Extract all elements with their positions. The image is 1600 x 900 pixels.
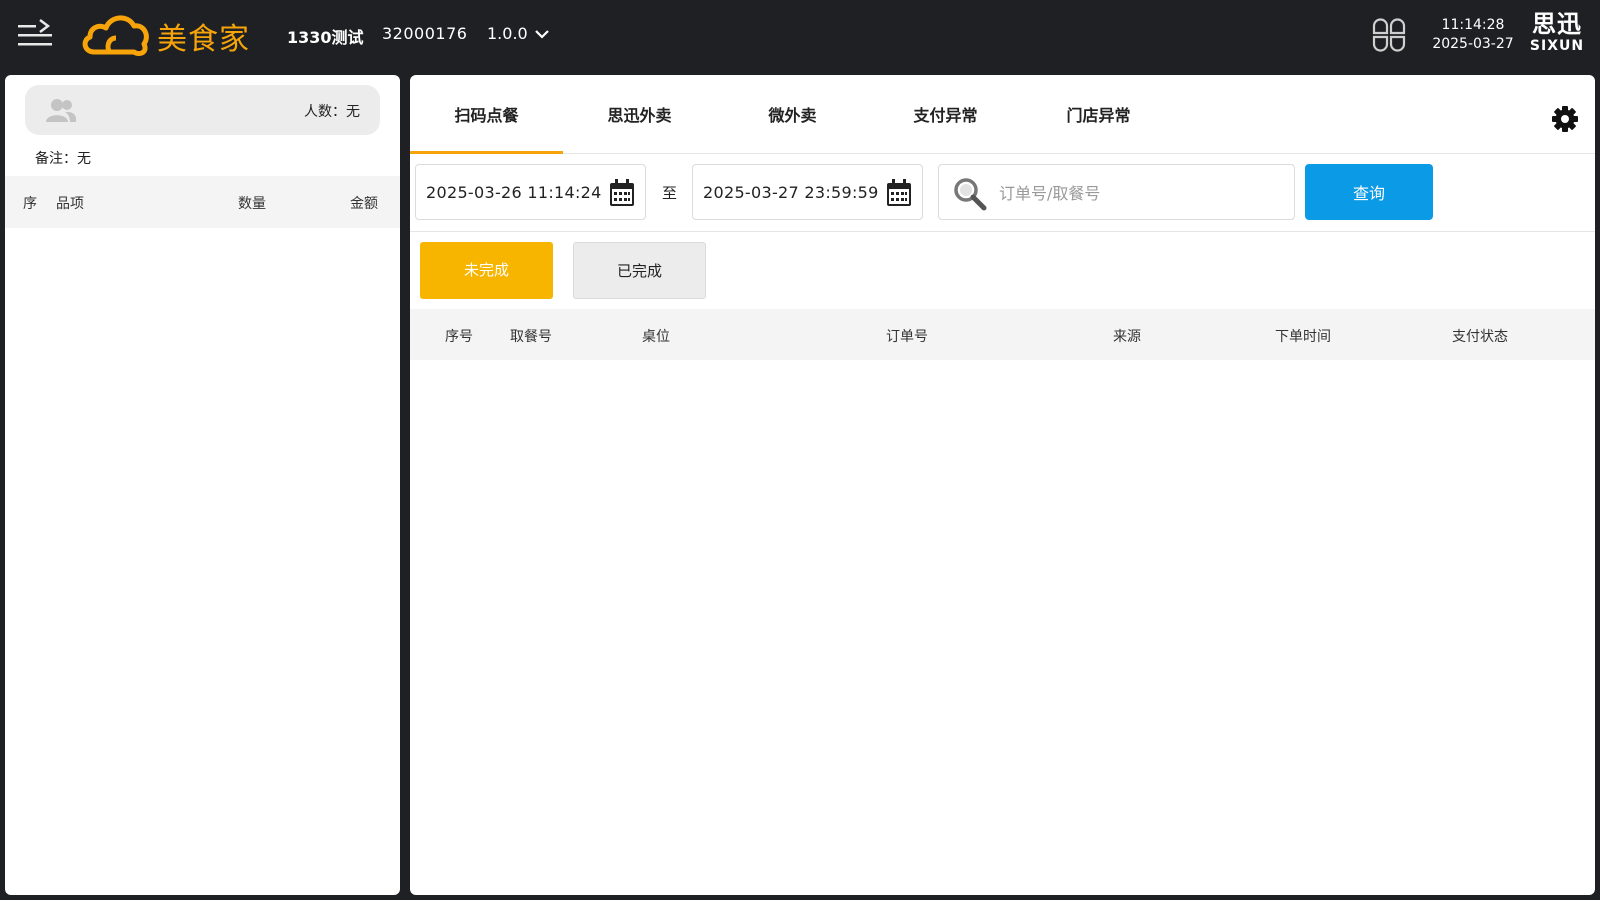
order-table-header: 序号 取餐号 桌位 订单号 来源 下单时间 支付状态: [410, 309, 1595, 360]
end-date-field[interactable]: 2025-03-27 23:59:59: [692, 164, 923, 220]
search-input[interactable]: [999, 175, 1279, 211]
col-qty: 数量: [238, 196, 266, 212]
top-bar: 美食家 1330测试 32000176 1.0.0 11:14:28 2025-…: [0, 0, 1600, 70]
orders-panel: 扫码点餐 思迅外卖 微外卖 支付异常 门店异常 2025-03-26 11:14…: [410, 75, 1595, 895]
version-label: 1.0.0: [487, 24, 528, 43]
gear-icon[interactable]: [1551, 105, 1579, 133]
brand-name: 美食家: [157, 22, 250, 57]
clock: 11:14:28 2025-03-27: [1428, 16, 1518, 54]
col-item: 品项: [56, 196, 84, 212]
store-code: 32000176: [382, 24, 468, 43]
apps-grid-icon[interactable]: [1370, 16, 1408, 54]
clock-date: 2025-03-27: [1432, 36, 1514, 52]
date-range-to-label: 至: [662, 184, 678, 202]
status-incomplete-button[interactable]: 未完成: [420, 242, 553, 299]
col-payment-status: 支付状态: [1452, 329, 1508, 345]
clock-time: 11:14:28: [1441, 17, 1505, 33]
tab-micro-delivery[interactable]: 微外卖: [716, 75, 869, 154]
col-seq: 序: [23, 196, 37, 212]
tab-scan-order[interactable]: 扫码点餐: [410, 75, 563, 154]
cloud-logo-icon: [82, 15, 149, 57]
col-source: 来源: [1113, 329, 1141, 345]
tab-store-exception[interactable]: 门店异常: [1022, 75, 1175, 154]
order-detail-panel: 人数：无 备注：无 序 品项 数量 金额: [5, 75, 400, 895]
chevron-down-icon: [534, 29, 549, 39]
start-date-field[interactable]: 2025-03-26 11:14:24: [415, 164, 646, 220]
order-search-field[interactable]: [938, 164, 1295, 220]
store-name: 1330测试: [287, 28, 364, 47]
remark-text: 备注：无: [35, 151, 91, 167]
people-info-box[interactable]: 人数：无: [25, 85, 380, 135]
start-date-value: 2025-03-26 11:14:24: [426, 183, 602, 202]
people-count: 人数：无: [304, 104, 360, 120]
col-table: 桌位: [642, 329, 670, 345]
divider: [410, 231, 1595, 232]
col-order-time: 下单时间: [1275, 329, 1331, 345]
col-amount: 金额: [350, 196, 378, 212]
calendar-icon: [887, 179, 911, 206]
tab-payment-exception[interactable]: 支付异常: [869, 75, 1022, 154]
version-dropdown[interactable]: 1.0.0: [487, 24, 550, 43]
search-icon: [954, 178, 987, 211]
sixun-logo: 思迅 SIXUN: [1522, 10, 1592, 60]
calendar-icon: [610, 179, 634, 206]
logo-cn: 思迅: [1532, 10, 1582, 38]
end-date-value: 2025-03-27 23:59:59: [703, 183, 879, 202]
tab-bar: 扫码点餐 思迅外卖 微外卖 支付异常 门店异常: [410, 75, 1595, 154]
query-button[interactable]: 查询: [1305, 164, 1433, 220]
status-completed-button[interactable]: 已完成: [573, 242, 706, 299]
menu-icon[interactable]: [16, 16, 54, 54]
col-seq-no: 序号: [445, 329, 473, 345]
col-pickup-no: 取餐号: [510, 329, 552, 345]
logo-en: SIXUN: [1529, 38, 1585, 54]
tab-sixun-delivery[interactable]: 思迅外卖: [563, 75, 716, 154]
item-table-header: 序 品项 数量 金额: [5, 176, 400, 228]
people-icon: [46, 99, 77, 122]
col-order-no: 订单号: [886, 329, 928, 345]
